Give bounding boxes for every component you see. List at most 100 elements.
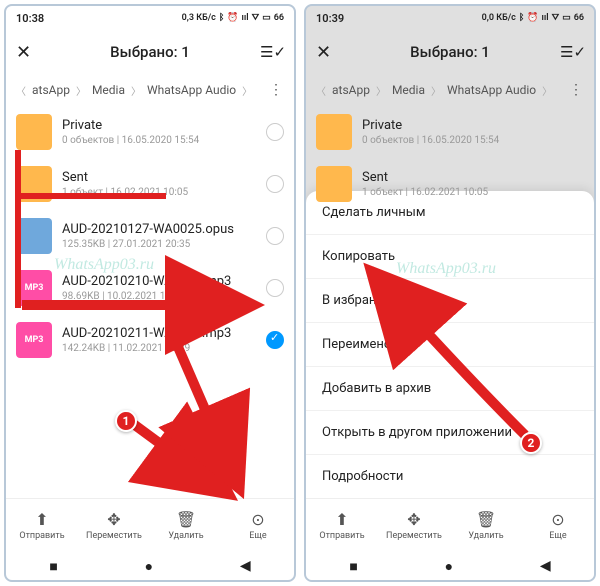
- file-row[interactable]: Sent 1 объект | 16.02.2021 10:05: [6, 158, 294, 210]
- select-radio[interactable]: [266, 331, 284, 349]
- battery-pct: 66: [574, 13, 584, 23]
- nav-back-icon[interactable]: ◀: [240, 558, 251, 574]
- phone-left: 10:38 0,3 КБ/с ᛒ ⏰ ııl ⛛ ▭ 66 ✕ Выбрано:…: [4, 4, 296, 582]
- select-radio[interactable]: [266, 279, 284, 297]
- bottom-toolbar: ⬆︎Отправить ✥Переместить 🗑Удалить ⊙Еще: [306, 498, 594, 552]
- file-meta: 0 объектов | 16.05.2020 15:54: [362, 135, 584, 146]
- file-name: Sent: [62, 170, 256, 185]
- appbar-title: Выбрано: 1: [340, 43, 560, 61]
- alarm-icon: ⏰: [527, 13, 538, 23]
- file-type-icon: MP3: [16, 322, 52, 358]
- file-list: Private 0 объектов | 16.05.2020 15:54 Sent…: [306, 106, 594, 498]
- nav-recent-icon[interactable]: ■: [49, 558, 57, 575]
- status-time: 10:38: [16, 12, 44, 25]
- crumb-1[interactable]: atsApp: [32, 83, 70, 97]
- file-list: Private0 объектов | 16.05.2020 15:54 Sent…: [6, 106, 294, 498]
- alarm-icon: ⏰: [227, 13, 238, 23]
- wifi-icon: ⛛: [252, 13, 260, 23]
- file-info: AUD-20210127-WA0025.opus125.35KB | 27.01…: [62, 222, 256, 250]
- checklist-icon[interactable]: ☰✓: [560, 43, 584, 61]
- checklist-icon[interactable]: ☰✓: [260, 43, 284, 61]
- ellipsis-icon: ⊙: [551, 510, 564, 529]
- file-name: Private: [362, 118, 584, 133]
- bottom-toolbar: ⬆︎Отправить ✥Переместить 🗑Удалить ⊙Еще: [6, 498, 294, 552]
- close-icon[interactable]: ✕: [316, 42, 340, 63]
- status-right: 0,3 КБ/с ᛒ ⏰ ııl ⛛ ▭ 66: [182, 13, 284, 23]
- chevron-left-icon: 〈: [316, 83, 326, 98]
- delete-button[interactable]: 🗑Удалить: [150, 499, 222, 552]
- crumb-2[interactable]: Media: [392, 83, 425, 97]
- more-icon[interactable]: ⋮: [569, 82, 584, 98]
- delete-button[interactable]: 🗑Удалить: [450, 499, 522, 552]
- file-row[interactable]: Private 0 объектов | 16.05.2020 15:54: [306, 106, 594, 158]
- file-meta: 1 объект | 16.02.2021 10:05: [62, 187, 256, 198]
- move-button[interactable]: ✥Переместить: [78, 499, 150, 552]
- nav-recent-icon[interactable]: ■: [349, 558, 357, 575]
- file-info: Sent 1 объект | 16.02.2021 10:05: [62, 170, 256, 198]
- more-icon[interactable]: ⋮: [269, 82, 284, 98]
- nav-home-icon[interactable]: ●: [445, 558, 453, 575]
- close-icon[interactable]: ✕: [16, 42, 40, 63]
- file-type-icon: [16, 218, 52, 254]
- file-name: Private: [62, 118, 256, 133]
- send-button[interactable]: ⬆︎Отправить: [306, 499, 378, 552]
- chevron-right-icon: 〉: [376, 83, 386, 98]
- file-type-icon: [16, 166, 52, 202]
- more-button[interactable]: ⊙Еще: [522, 499, 594, 552]
- file-meta: 142.24KB | 11.02.2021 20:29: [62, 343, 256, 354]
- net-speed: 0,0 КБ/с: [482, 13, 516, 23]
- battery-icon: ▭: [562, 13, 571, 23]
- file-row[interactable]: Private0 объектов | 16.05.2020 15:54: [6, 106, 294, 158]
- chevron-right-icon: 〉: [542, 83, 552, 98]
- file-type-icon: [316, 114, 352, 150]
- more-button[interactable]: ⊙Еще: [222, 499, 294, 552]
- crumb-3[interactable]: WhatsApp Audio: [447, 83, 536, 97]
- status-bar: 10:38 0,3 КБ/с ᛒ ⏰ ııl ⛛ ▭ 66: [6, 6, 294, 30]
- file-row[interactable]: Sent1 объект | 16.02.2021 10:05: [306, 158, 594, 210]
- file-row[interactable]: MP3 AUD-20210211-WA0016.mp3 142.24KB | 11.…: [6, 314, 294, 366]
- file-info: Private 0 объектов | 16.05.2020 15:54: [362, 118, 584, 146]
- step-badge-1: 1: [115, 410, 137, 432]
- crumb-1[interactable]: atsApp: [332, 83, 370, 97]
- move-button[interactable]: ✥Переместить: [378, 499, 450, 552]
- wifi-icon: ⛛: [552, 13, 560, 23]
- phone-right: 10:39 0,0 КБ/с ᛒ ⏰ ııl ⛛ ▭ 66 ✕ Выбрано:…: [304, 4, 596, 582]
- file-type-icon: MP3: [16, 270, 52, 306]
- select-radio[interactable]: [266, 175, 284, 193]
- app-bar: ✕ Выбрано: 1 ☰✓: [306, 30, 594, 74]
- move-icon: ✥: [107, 510, 120, 529]
- chevron-right-icon: 〉: [76, 83, 86, 98]
- battery-icon: ▭: [262, 13, 271, 23]
- select-radio[interactable]: [266, 123, 284, 141]
- move-icon: ✥: [407, 510, 420, 529]
- file-info: AUD-20210210-WA0005.mp398.69KB | 10.02.2…: [62, 274, 256, 302]
- nav-back-icon[interactable]: ◀: [540, 558, 551, 574]
- chevron-right-icon: 〉: [431, 83, 441, 98]
- file-row[interactable]: AUD-20210127-WA0025.opus125.35KB | 27.01…: [6, 210, 294, 262]
- signal-icon: ııl: [241, 13, 248, 23]
- app-bar: ✕ Выбрано: 1 ☰✓: [6, 30, 294, 74]
- share-icon: ⬆︎: [335, 510, 348, 529]
- send-button[interactable]: ⬆︎Отправить: [6, 499, 78, 552]
- trash-icon: 🗑: [476, 510, 496, 529]
- nav-bar: ■ ● ◀: [306, 552, 594, 580]
- file-info: Private0 объектов | 16.05.2020 15:54: [62, 118, 256, 146]
- file-name: Sent: [362, 170, 584, 185]
- chevron-right-icon: 〉: [131, 83, 141, 98]
- select-radio[interactable]: [266, 227, 284, 245]
- file-type-icon: [316, 166, 352, 202]
- nav-home-icon[interactable]: ●: [145, 558, 153, 575]
- file-row[interactable]: MP3 AUD-20210210-WA0005.mp398.69KB | 10.0…: [6, 262, 294, 314]
- crumb-2[interactable]: Media: [92, 83, 125, 97]
- battery-pct: 66: [274, 13, 284, 23]
- crumb-3[interactable]: WhatsApp Audio: [147, 83, 236, 97]
- breadcrumb[interactable]: 〈 atsApp 〉 Media 〉 WhatsApp Audio 〉 ⋮: [6, 74, 294, 106]
- breadcrumb[interactable]: 〈 atsApp 〉 Media 〉 WhatsApp Audio 〉 ⋮: [306, 74, 594, 106]
- chevron-right-icon: 〉: [242, 83, 252, 98]
- bluetooth-icon: ᛒ: [519, 13, 524, 23]
- net-speed: 0,3 КБ/с: [182, 13, 216, 23]
- file-info: AUD-20210211-WA0016.mp3 142.24KB | 11.02.…: [62, 326, 256, 354]
- file-meta: 125.35KB | 27.01.2021 20:35: [62, 239, 256, 250]
- trash-icon: 🗑: [176, 510, 196, 529]
- file-name: AUD-20210211-WA0016.mp3: [62, 326, 256, 341]
